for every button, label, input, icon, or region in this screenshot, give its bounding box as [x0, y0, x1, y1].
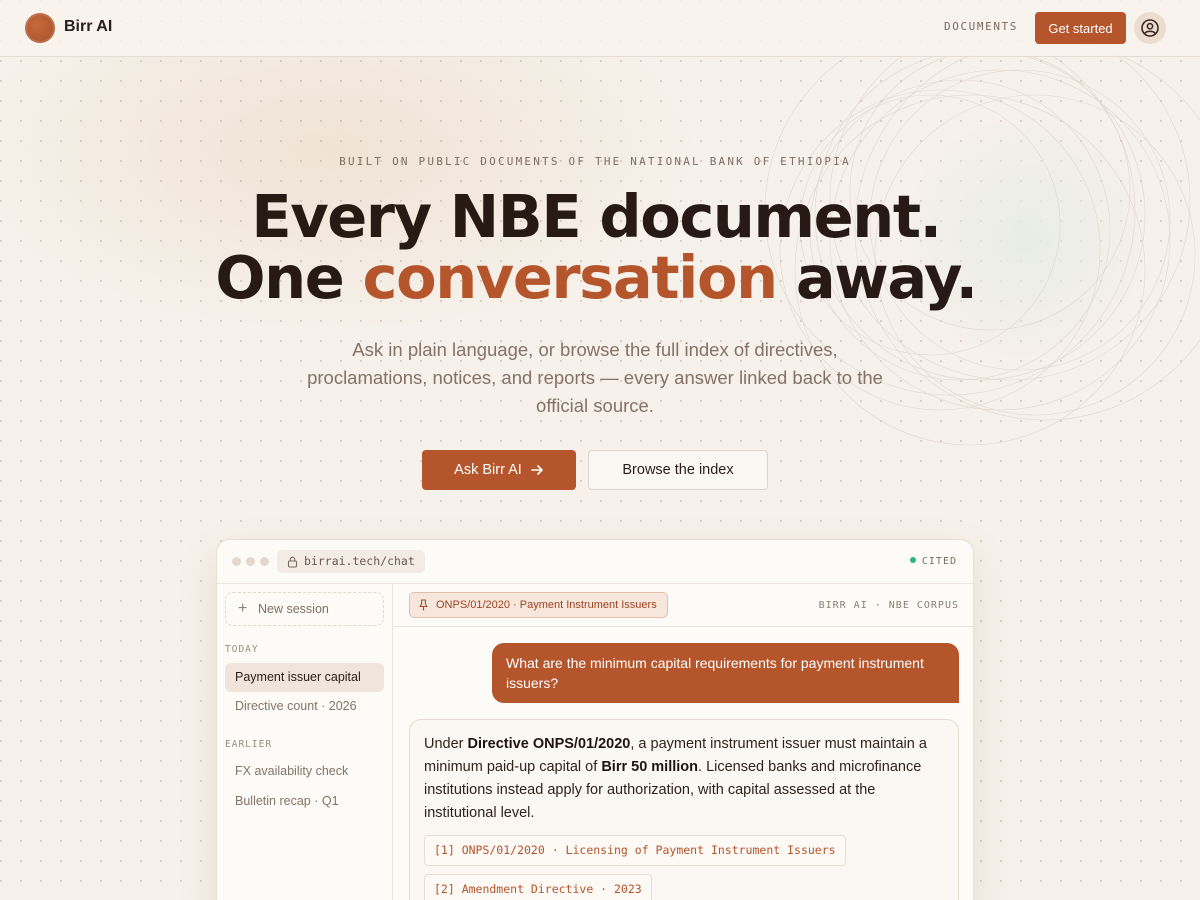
arrow-right-icon [531, 465, 543, 475]
window-titlebar: birrai.tech/chat CITED [217, 540, 973, 584]
headline-line-2: One conversation away. [0, 247, 1192, 308]
status-dot-icon [909, 557, 916, 563]
answer-bold-directive: Directive ONPS/01/2020 [467, 736, 631, 752]
user-message: What are the minimum capital requirement… [492, 643, 959, 703]
citation-2[interactable]: [2] Amendment Directive · 2023 [424, 874, 652, 900]
hero-eyebrow: BUILT ON PUBLIC DOCUMENTS OF THE NATIONA… [339, 155, 851, 168]
headline-accent: conversation [362, 243, 779, 312]
chat-main: ONPS/01/2020 · Payment Instrument Issuer… [393, 584, 973, 900]
chat-header: ONPS/01/2020 · Payment Instrument Issuer… [393, 584, 973, 627]
account-button[interactable] [1134, 12, 1166, 44]
document-chip[interactable]: ONPS/01/2020 · Payment Instrument Issuer… [409, 592, 668, 618]
headline-text: away. [776, 243, 978, 312]
app-preview-window: birrai.tech/chat CITED + New session TOD… [216, 539, 974, 900]
new-session-button[interactable]: + New session [225, 592, 384, 626]
nav-link-documents[interactable]: DOCUMENTS [944, 20, 1018, 33]
cited-status: CITED [909, 556, 957, 567]
lock-icon [287, 556, 298, 568]
window-dot [260, 557, 269, 566]
new-session-label: New session [258, 602, 329, 616]
answer-bold-amount: Birr 50 million [601, 759, 699, 775]
answer-segment: Under [424, 736, 468, 752]
document-chip-label: ONPS/01/2020 · Payment Instrument Issuer… [436, 599, 657, 611]
citation-1[interactable]: [1] ONPS/01/2020 · Licensing of Payment … [424, 835, 846, 866]
headline-text: One [215, 243, 363, 312]
pin-icon [419, 599, 428, 611]
address-bar[interactable]: birrai.tech/chat [277, 550, 425, 573]
cited-label: CITED [921, 556, 957, 567]
sidebar-item-fx-availability[interactable]: FX availability check [225, 757, 384, 786]
chat-sidebar: + New session TODAY Payment issuer capit… [217, 584, 393, 900]
answer-text: Under Directive ONPS/01/2020, a payment … [424, 733, 944, 825]
logo-icon[interactable] [25, 13, 55, 43]
url-text: birrai.tech/chat [304, 554, 415, 568]
ask-button-label: Ask Birr AI [454, 462, 522, 478]
sidebar-item-directive-count[interactable]: Directive count · 2026 [225, 692, 384, 721]
corpus-label: BIRR AI · NBE CORPUS [818, 600, 959, 611]
window-dot [232, 557, 241, 566]
top-nav: Birr AI DOCUMENTS Get started [0, 0, 1200, 57]
sidebar-item-bulletin-recap[interactable]: Bulletin recap · Q1 [225, 787, 384, 816]
window-dot [246, 557, 255, 566]
sidebar-section-today: TODAY [225, 644, 259, 655]
plus-icon: + [238, 600, 248, 617]
headline-line-1: Every NBE document. [251, 182, 942, 251]
sidebar-item-payment-issuer-capital[interactable]: Payment issuer capital [225, 663, 384, 692]
user-circle-icon [1141, 19, 1159, 37]
browse-index-button[interactable]: Browse the index [588, 450, 768, 490]
brand-name[interactable]: Birr AI [64, 18, 112, 36]
hero-subtext: Ask in plain language, or browse the ful… [307, 339, 883, 416]
assistant-message: Under Directive ONPS/01/2020, a payment … [409, 719, 959, 900]
hero-headline: Every NBE document. One conversation awa… [0, 186, 1192, 308]
sidebar-section-earlier: EARLIER [225, 739, 273, 750]
ask-birr-ai-button[interactable]: Ask Birr AI [422, 450, 576, 490]
get-started-button[interactable]: Get started [1035, 12, 1126, 44]
